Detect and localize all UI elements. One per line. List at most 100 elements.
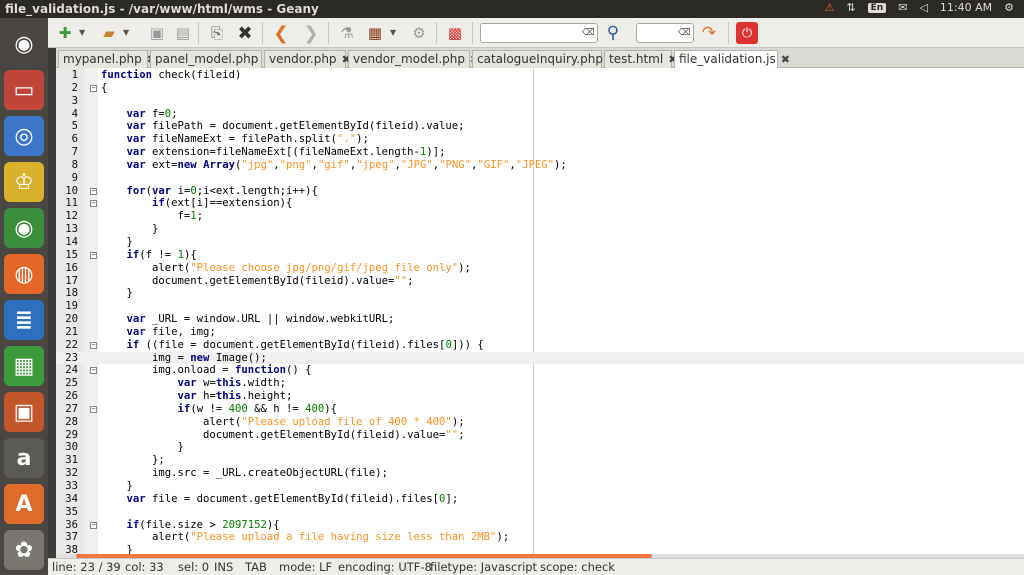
code-line[interactable]: 27 − if(w != 400 && h != 400){	[56, 403, 1024, 416]
new-file-icon[interactable]: ✚	[54, 22, 76, 44]
fold-toggle-icon[interactable]: −	[90, 405, 97, 413]
ubuntu-dash-icon[interactable]: ◉	[4, 24, 44, 64]
tab-vendor-model-php[interactable]: vendor_model.php✖	[348, 50, 479, 68]
code-line[interactable]: 2 −{	[56, 82, 1024, 95]
tab-vendor-php[interactable]: vendor.php ✖	[264, 50, 351, 68]
code-line[interactable]: 22 − if ((file = document.getElementById(…	[56, 339, 1024, 352]
jump-to-line-icon[interactable]: ↷	[698, 22, 720, 44]
new-file-dropdown-icon[interactable]: ▼	[79, 28, 85, 37]
code-line[interactable]: 23 img = new Image();	[56, 351, 1024, 365]
code-lines[interactable]: 1 function check(fileid) 2−{3 4 var f=0; 5 v…	[56, 69, 1024, 570]
updates-icon[interactable]: ⚠	[825, 1, 835, 14]
search-icon[interactable]: ⚲	[602, 22, 624, 44]
code-line[interactable]: 13 }	[56, 223, 1024, 236]
line-number: 4	[71, 107, 78, 120]
code-line[interactable]: 15 − if(f != 1){	[56, 249, 1024, 262]
code-line[interactable]: 16 alert("Please choose jpg/png/gif/jpeg…	[56, 262, 1024, 275]
firefox-icon[interactable]: ◍	[4, 254, 44, 294]
clock[interactable]: 11:40 AM	[940, 1, 992, 14]
files-icon[interactable]: ▭	[4, 70, 44, 110]
code-text: for(var i=0;i<ext.length;i++){	[126, 184, 318, 197]
tab-catalogueinquiry-php[interactable]: catalogueInquiry.php✖	[472, 50, 617, 68]
close-tab-icon[interactable]: ✖	[781, 53, 790, 66]
fold-toggle-icon[interactable]: −	[90, 84, 97, 92]
code-line[interactable]: 14 }	[56, 236, 1024, 249]
tab-test-html[interactable]: test.html ✖	[604, 50, 677, 68]
accessories-icon[interactable]: ♔	[4, 162, 44, 202]
build-dropdown-icon[interactable]: ▼	[390, 28, 396, 37]
fold-toggle-icon[interactable]: −	[90, 187, 97, 195]
build-icon[interactable]: ▦	[364, 22, 386, 44]
clear-goto-icon[interactable]: ⌫	[678, 27, 691, 39]
code-editor[interactable]: 1 function check(fileid) 2−{3 4 var f=0; 5 v…	[56, 68, 1024, 569]
chromium-icon[interactable]: ◎	[4, 116, 44, 156]
save-all-icon[interactable]: ▤	[172, 22, 194, 44]
fold-toggle-icon[interactable]: −	[90, 251, 97, 259]
code-line[interactable]: 35	[56, 506, 1024, 519]
code-line[interactable]: 19	[56, 300, 1024, 313]
code-line[interactable]: 29 document.getElementById(fileid).value…	[56, 429, 1024, 442]
code-line[interactable]: 28 alert("Please upload file of 400 * 40…	[56, 416, 1024, 429]
volume-icon[interactable]: ◁	[919, 1, 927, 14]
mail-icon[interactable]: ✉	[898, 1, 907, 14]
code-line[interactable]: 21 var file, img;	[56, 326, 1024, 339]
code-line[interactable]: 31 };	[56, 454, 1024, 467]
fold-toggle-icon[interactable]: −	[90, 200, 97, 208]
code-line[interactable]: 20 var _URL = window.URL || window.webki…	[56, 313, 1024, 326]
code-text: if(ext[i]==extension){	[152, 197, 293, 210]
code-line[interactable]: 17 document.getElementById(fileid).value…	[56, 275, 1024, 288]
open-file-icon[interactable]: ▰	[98, 22, 120, 44]
search-input[interactable]: ⌫	[480, 23, 598, 43]
code-line[interactable]: 12 f=1;	[56, 210, 1024, 223]
code-line[interactable]: 32 img.src = _URL.createObjectURL(file);	[56, 467, 1024, 480]
execute-icon[interactable]: ⚙	[408, 22, 430, 44]
software-center-icon[interactable]: A	[4, 484, 44, 524]
writer-icon[interactable]: ≣	[4, 300, 44, 340]
keyboard-layout[interactable]: En	[867, 2, 887, 13]
code-line[interactable]: 9	[56, 172, 1024, 185]
close-icon[interactable]: ✖	[234, 22, 256, 44]
navigate-forward-icon[interactable]: ❯	[300, 22, 322, 44]
clear-search-icon[interactable]: ⌫	[582, 27, 595, 39]
calc-icon[interactable]: ▦	[4, 346, 44, 386]
gear-icon[interactable]: ⚙	[1004, 1, 1014, 14]
revert-icon[interactable]: ⎘	[206, 22, 228, 44]
code-line[interactable]: 30 }	[56, 441, 1024, 454]
line-number: 12	[65, 210, 78, 223]
settings-icon[interactable]: ✿	[4, 530, 44, 570]
code-line[interactable]: 26 var h=this.height;	[56, 390, 1024, 403]
goto-line-input[interactable]: ⌫	[636, 23, 694, 43]
code-line[interactable]: 36 − if(file.size > 2097152){	[56, 519, 1024, 532]
fold-toggle-icon[interactable]: −	[90, 341, 97, 349]
code-line[interactable]: 7 var extension=fileNameExt[(fileNameExt…	[56, 146, 1024, 159]
code-line[interactable]: 8 var ext=new Array("jpg","png","gif","j…	[56, 159, 1024, 172]
tab-panel-model-php[interactable]: panel_model.php✖	[150, 50, 273, 68]
code-line[interactable]: 10 − for(var i=0;i<ext.length;i++){	[56, 185, 1024, 198]
code-line[interactable]: 34 var file = document.getElementById(fi…	[56, 493, 1024, 506]
code-line[interactable]: 33 }	[56, 480, 1024, 493]
code-line[interactable]: 25 var w=this.width;	[56, 377, 1024, 390]
code-line[interactable]: 4 var f=0;	[56, 108, 1024, 121]
fold-toggle-icon[interactable]: −	[90, 367, 97, 375]
navigate-back-icon[interactable]: ❮	[270, 22, 292, 44]
code-line[interactable]: 11 − if(ext[i]==extension){	[56, 197, 1024, 210]
code-line[interactable]: 3	[56, 95, 1024, 108]
save-icon[interactable]: ▣	[146, 22, 168, 44]
network-icon[interactable]: ⇅	[846, 1, 855, 14]
code-line[interactable]: 24 − img.onload = function() {	[56, 364, 1024, 377]
amazon-icon[interactable]: a	[4, 438, 44, 478]
chrome-icon[interactable]: ◉	[4, 208, 44, 248]
open-file-dropdown-icon[interactable]: ▼	[123, 28, 129, 37]
tab-mypanel-php[interactable]: mypanel.php✖	[58, 50, 156, 68]
code-line[interactable]: 18 }	[56, 287, 1024, 300]
fold-toggle-icon[interactable]: −	[90, 521, 97, 529]
tab-file-validation-js[interactable]: file_validation.js ✖	[674, 50, 790, 69]
compile-icon[interactable]: ⚗	[336, 22, 358, 44]
quit-icon[interactable]: ⏻	[736, 22, 758, 44]
code-line[interactable]: 5 var filePath = document.getElementById…	[56, 120, 1024, 133]
color-chooser-icon[interactable]: ▩	[444, 22, 466, 44]
code-line[interactable]: 1 function check(fileid)	[56, 69, 1024, 82]
code-line[interactable]: 6 var fileNameExt = filePath.split(".");	[56, 133, 1024, 146]
code-line[interactable]: 37 alert("Please upload a file having si…	[56, 531, 1024, 544]
impress-icon[interactable]: ▣	[4, 392, 44, 432]
